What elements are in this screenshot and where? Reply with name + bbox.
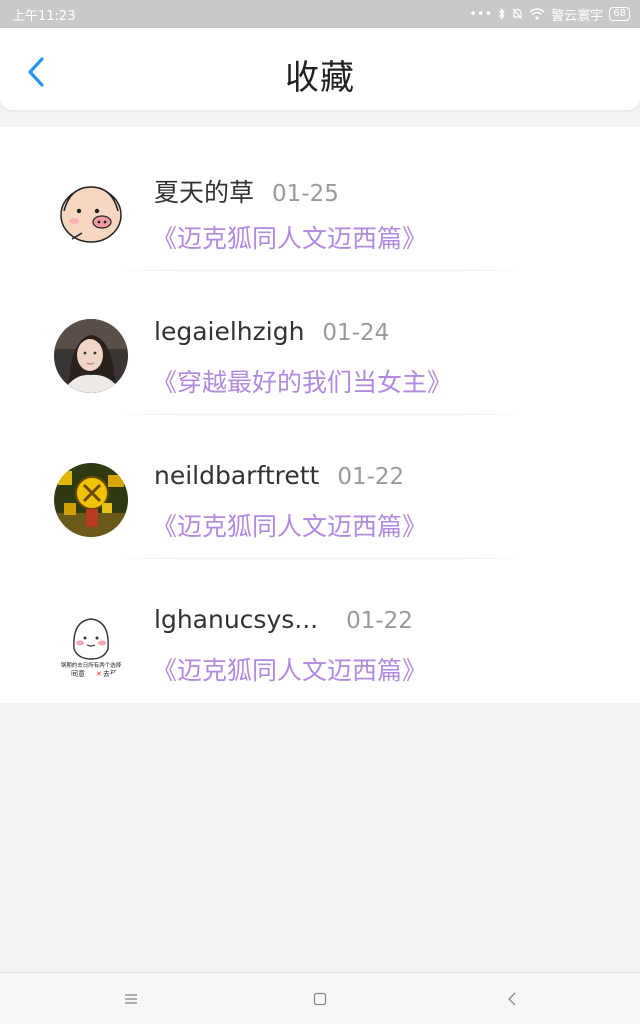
date: 01-25: [272, 181, 339, 207]
sticker-caption-line2: 同意: [71, 669, 85, 678]
bluetooth-icon: [498, 8, 506, 20]
page-title: 收藏: [285, 58, 355, 98]
pig-sticker-icon: [54, 175, 128, 249]
menu-icon: [125, 994, 137, 1004]
name-row: legaielhzigh 01-24: [154, 317, 389, 346]
username: 夏天的草: [154, 178, 255, 207]
book-title[interactable]: 《迈克狐同人文迈西篇》: [152, 651, 427, 687]
avatar: [54, 463, 128, 537]
favorites-list: 夏天的草 01-25 《迈克狐同人文迈西篇》 legaielhzigh 01-2…: [0, 127, 640, 703]
header: 收藏: [0, 28, 640, 110]
book-title[interactable]: 《迈克狐同人文迈西篇》: [152, 219, 427, 255]
back-arrow-icon: [508, 992, 516, 1006]
sticker-caption-line3: 去死: [103, 669, 117, 678]
book-title[interactable]: 《迈克狐同人文迈西篇》: [152, 507, 427, 543]
username: legaielhzigh: [154, 317, 305, 346]
more-dots-icon: •••: [469, 6, 493, 22]
sticker-caption-line1: 钢期的去日所有两个选择: [61, 661, 122, 669]
list-item[interactable]: neildbarftrett 01-22 《迈克狐同人文迈西篇》: [0, 415, 640, 559]
avatar: 钢期的去日所有两个选择 同意 ✕ 去死: [54, 607, 128, 681]
wifi-icon: [529, 8, 545, 20]
date: 01-22: [337, 464, 405, 490]
status-icons: ••• 警云寰宇 68: [469, 5, 630, 24]
avatar: [54, 319, 128, 393]
back-nav-button[interactable]: [497, 985, 527, 1013]
date: 01-22: [346, 608, 413, 634]
status-bar: 上午11:23 ••• 警云寰宇 68: [0, 0, 640, 28]
carrier-name: 警云寰宇: [551, 8, 604, 24]
name-row: lghanucsys... 01-22: [154, 605, 413, 634]
username: lghanucsys...: [154, 605, 319, 634]
menu-button[interactable]: [116, 985, 146, 1013]
meme-sticker-icon: 钢期的去日所有两个选择 同意 ✕ 去死: [54, 607, 128, 681]
name-row: neildbarftrett 01-22: [154, 461, 404, 490]
username: neildbarftrett: [154, 461, 320, 490]
book-title[interactable]: 《穿越最好的我们当女主》: [152, 363, 452, 399]
game-art-icon: [54, 463, 128, 537]
list-item[interactable]: legaielhzigh 01-24 《穿越最好的我们当女主》: [0, 271, 640, 415]
list-item[interactable]: 夏天的草 01-25 《迈克狐同人文迈西篇》: [0, 127, 640, 271]
mute-bell-icon: [512, 8, 523, 20]
system-nav-bar: [0, 972, 640, 1024]
portrait-photo-icon: [54, 319, 128, 393]
list-item[interactable]: 钢期的去日所有两个选择 同意 ✕ 去死 lghanucsys... 01-22 …: [0, 559, 640, 703]
home-square-icon: [313, 992, 327, 1006]
avatar: [54, 175, 128, 249]
battery-icon: 68: [609, 7, 630, 21]
name-row: 夏天的草 01-25: [154, 173, 339, 209]
home-button[interactable]: [305, 985, 335, 1013]
status-time: 上午11:23: [12, 8, 76, 24]
date: 01-24: [322, 320, 390, 346]
svg-text:✕: ✕: [96, 670, 102, 678]
